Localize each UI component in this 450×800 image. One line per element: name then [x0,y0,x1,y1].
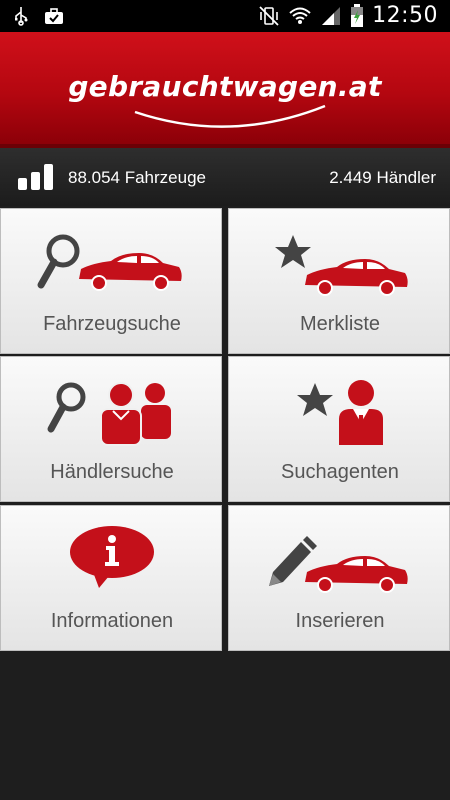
tile-label: Fahrzeugsuche [43,313,181,335]
magnifier-people-icon [47,382,171,446]
tile-inserieren[interactable]: Inserieren [228,505,450,651]
status-bar: 12:50 [0,0,450,32]
tile-label: Inserieren [295,610,385,632]
tile-haendlersuche[interactable]: Händlersuche [0,356,222,502]
dealer-count: 2.449 Händler [329,168,436,187]
tile-label: Händlersuche [50,461,174,483]
tile-label: Informationen [50,610,174,632]
vehicle-count: 88.054 Fahrzeuge [68,168,206,187]
vibrate-off-icon [259,5,279,26]
tile-informationen[interactable]: Informationen [0,505,222,651]
star-car-icon [275,235,408,296]
tile-label: Merkliste [299,313,380,335]
pencil-car-icon [269,536,408,593]
tile-suchagenten[interactable]: Suchagenten [228,356,450,502]
logo: gebrauchtwagen.at [68,70,382,103]
tile-merkliste[interactable]: Merkliste [228,208,450,354]
app-header: gebrauchtwagen.at [0,32,450,148]
battery-charging-icon [351,3,364,27]
logo-swoosh-icon [134,104,326,128]
magnifier-car-icon [37,234,182,291]
info-bubble-icon [70,526,154,588]
tile-label: Suchagenten [281,461,399,483]
tile-fahrzeugsuche[interactable]: Fahrzeugsuche [0,208,222,354]
star-agent-icon [297,380,383,445]
bar-chart-icon [18,164,53,190]
stats-bar: 88.054 Fahrzeuge 2.449 Händler [0,148,450,206]
signal-icon [322,6,341,25]
usb-icon [15,7,28,26]
wifi-icon [289,7,311,24]
briefcase-icon [45,8,63,24]
clock: 12:50 [372,3,438,28]
